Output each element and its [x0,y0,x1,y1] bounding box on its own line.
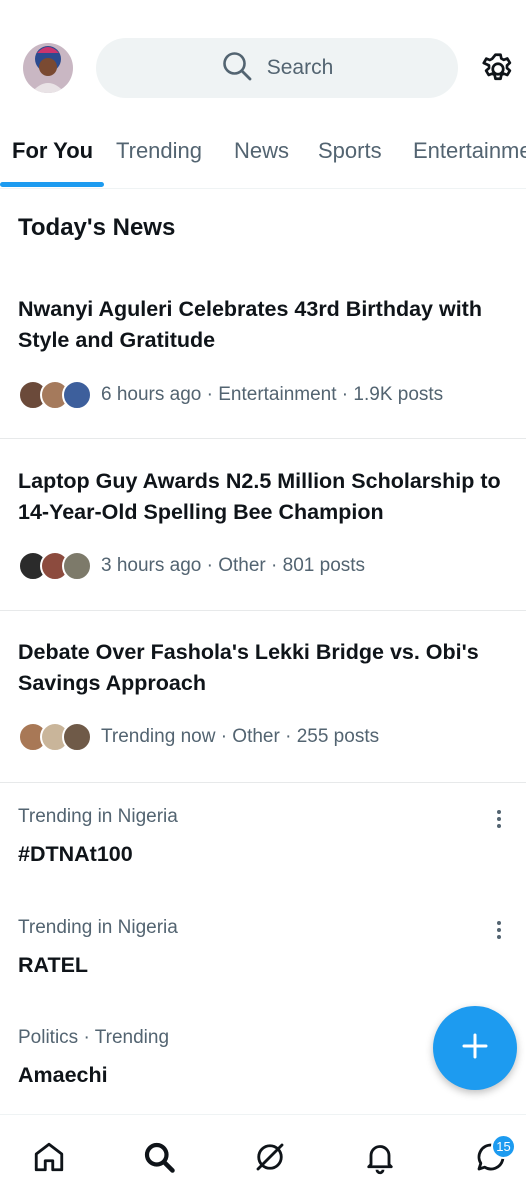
news-meta-text: Trending now · Other · 255 posts [101,726,380,747]
tab-trending[interactable]: Trending [116,138,202,164]
active-tab-indicator [0,182,104,187]
messages-badge: 15 [491,1134,516,1159]
status-bar [0,0,526,22]
tab-entertainment[interactable]: Entertainment [413,138,526,164]
news-meta-text: 3 hours ago · Other · 801 posts [101,555,366,576]
trend-title: Amaechi [18,1063,108,1087]
plus-icon [460,1031,490,1066]
tab-sports[interactable]: Sports [318,138,382,164]
top-header: Search [0,38,526,100]
settings-gear-icon[interactable] [480,51,516,87]
search-icon [221,50,253,87]
news-item[interactable]: Debate Over Fashola's Lekki Bridge vs. O… [0,637,526,783]
news-avatars [18,380,92,410]
news-item[interactable]: Nwanyi Aguleri Celebrates 43rd Birthday … [0,294,526,439]
more-options-icon[interactable] [490,919,508,941]
search-bar[interactable]: Search [96,38,458,98]
news-avatars [18,722,92,752]
news-meta-text: 6 hours ago · Entertainment · 1.9K posts [101,384,444,405]
explore-tabs: For You Trending News Sports Entertainme… [0,118,526,189]
trend-title: #DTNAt100 [18,842,133,866]
avatar [62,722,92,752]
trend-title: RATEL [18,953,89,977]
more-options-icon[interactable] [490,808,508,830]
home-icon[interactable] [31,1139,67,1175]
news-meta: 6 hours ago · Entertainment · 1.9K posts [18,380,443,410]
trend-item[interactable]: Trending in Nigeria RATEL [0,917,526,987]
trend-context: Trending in Nigeria [18,917,178,938]
news-headline: Debate Over Fashola's Lekki Bridge vs. O… [18,640,479,695]
grok-icon[interactable] [252,1139,288,1175]
news-headline: Laptop Guy Awards N2.5 Million Scholarsh… [18,469,501,524]
avatar [62,551,92,581]
bell-icon[interactable] [362,1139,398,1175]
news-headline: Nwanyi Aguleri Celebrates 43rd Birthday … [18,297,482,352]
news-meta: Trending now · Other · 255 posts [18,722,379,752]
trend-item[interactable]: Trending in Nigeria #DTNAt100 [0,806,526,876]
search-icon[interactable] [141,1139,177,1175]
trend-context: Trending in Nigeria [18,806,178,827]
profile-avatar[interactable] [23,43,73,93]
tab-for-you[interactable]: For You [12,138,93,164]
news-item[interactable]: Laptop Guy Awards N2.5 Million Scholarsh… [0,466,526,611]
search-placeholder: Search [266,56,334,79]
section-title: Today's News [18,214,176,241]
avatar [62,380,92,410]
compose-button[interactable] [433,1006,517,1090]
news-meta: 3 hours ago · Other · 801 posts [18,551,365,581]
bottom-nav [0,1114,526,1200]
tab-news[interactable]: News [234,138,289,164]
news-avatars [18,551,92,581]
trend-context: Politics · Trending [18,1027,170,1048]
